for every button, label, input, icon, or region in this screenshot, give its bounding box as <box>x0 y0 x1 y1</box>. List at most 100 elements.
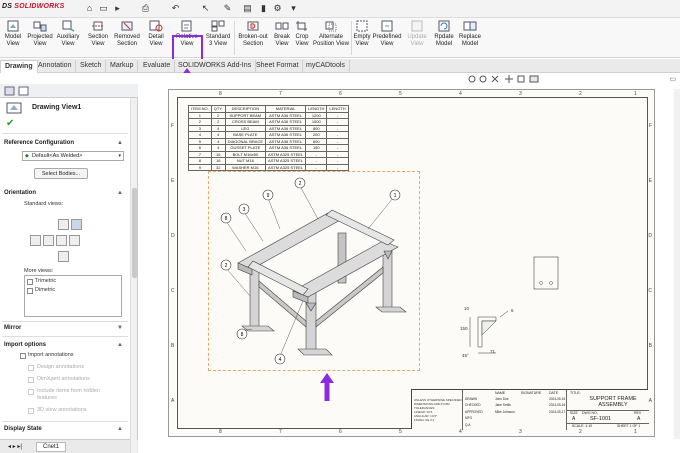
open-icon[interactable]: ▸ <box>112 3 123 14</box>
update-view-button[interactable]: Update View <box>406 18 428 58</box>
chevron-down-icon: ▾ <box>118 153 121 159</box>
dropdown-icon[interactable]: ▾ <box>288 3 299 14</box>
sheet-label: SHEET 1 OF 1 <box>617 424 641 428</box>
bill-of-materials-table[interactable]: ITEM NO. QTY. DESCRIPTION MATERIAL LENGTH LEN… <box>188 105 349 171</box>
predefined-view-button[interactable]: Predefined View <box>372 18 402 58</box>
purple-arrow-pointing-up <box>320 373 334 401</box>
view-bottom-button[interactable] <box>58 251 69 262</box>
auxiliary-view-button[interactable]: Auxiliary View <box>56 18 80 58</box>
bom-cell: GUSSET PLATE <box>224 144 267 152</box>
tab-mycadtools[interactable]: myCADtools <box>302 60 350 73</box>
drawing-view-icon <box>6 102 22 114</box>
view-right-button[interactable] <box>56 235 67 246</box>
design-annotations-checkbox[interactable] <box>28 365 34 371</box>
import-options-header[interactable]: Import options <box>4 342 46 348</box>
collapse-icon[interactable]: ▲ <box>117 342 123 348</box>
alternate-position-view-button[interactable]: Alternate Position View <box>312 18 350 58</box>
break-view-button[interactable]: Break View <box>272 18 292 58</box>
more-views-list[interactable]: Trimetric Dimetric <box>24 275 122 317</box>
replace-model-button[interactable]: Replace Model <box>458 18 482 58</box>
view-isometric-button[interactable] <box>71 219 82 230</box>
dimxpert-checkbox[interactable] <box>28 377 34 383</box>
crop-view-button[interactable]: Crop View <box>293 18 311 58</box>
command-manager-ribbon: Model View Projected View Auxiliary View… <box>0 18 680 74</box>
dimension-10[interactable]: 10 <box>464 306 469 311</box>
removed-section-button[interactable]: Removed Section <box>113 18 141 58</box>
design-annotations-label: Design annotations <box>37 364 85 370</box>
zone-label: F <box>648 123 652 129</box>
view-top-button[interactable] <box>58 219 69 230</box>
options-gear-icon[interactable]: ⚙ <box>272 3 283 14</box>
tab-annotation[interactable]: Annotation <box>34 60 77 73</box>
broken-out-section-button[interactable]: Broken-out Section <box>236 18 270 58</box>
collapse-icon[interactable]: ▲ <box>117 190 123 196</box>
feature-tree-icon[interactable] <box>18 86 29 96</box>
zone-label: F <box>171 123 175 129</box>
panel-scrollbar[interactable] <box>130 98 137 453</box>
heads-up-view-toolbar[interactable] <box>468 74 548 84</box>
dimension-150[interactable]: 150 <box>460 326 468 331</box>
bom-cell: - <box>326 163 349 171</box>
tab-markup[interactable]: Markup <box>106 60 139 73</box>
orientation-header[interactable]: Orientation <box>4 190 36 196</box>
include-hidden-checkbox[interactable] <box>28 389 34 395</box>
configuration-value: Default<As Welded> <box>32 153 83 159</box>
trimetric-checkbox[interactable] <box>27 279 33 285</box>
dimetric-label: Dimetric <box>35 287 56 293</box>
select-bodies-button[interactable]: Select Bodies... <box>34 168 88 179</box>
section-view-button[interactable]: Section View <box>86 18 110 58</box>
print-icon[interactable]: ⎙ <box>140 3 151 14</box>
bom-cell: ASTM A325 STEEL <box>265 150 307 158</box>
update-model-button[interactable]: Rpdate Model <box>432 18 456 58</box>
bom-row[interactable]: 9 32 WASHER M16 ASTM A325 STEEL - - <box>188 163 349 171</box>
configuration-select[interactable]: ◆ Default<As Welded> ▾ <box>22 151 124 161</box>
tab-sheet-format[interactable]: Sheet Format <box>252 60 304 73</box>
dimension-45-deg[interactable]: 45° <box>462 353 469 358</box>
dimension-6[interactable]: 6 <box>511 308 514 313</box>
approval-cell: APPROVED <box>465 409 483 414</box>
maximize-icon[interactable]: ▭ <box>669 75 676 83</box>
traffic-light-icon[interactable]: ▮ <box>258 3 269 14</box>
standard-3-view-button[interactable]: Standard 3 View <box>204 18 232 58</box>
title-block[interactable]: UNLESS OTHERWISE SPECIFIED: DIMENSIONS A… <box>411 389 649 430</box>
zone-label: A <box>171 398 175 404</box>
view-back-button[interactable] <box>69 235 80 246</box>
approval-cell: DRAWN <box>465 397 477 401</box>
projected-view-button[interactable]: Projected View <box>26 18 54 58</box>
tab-nav-icons[interactable]: ◂ ▸ ▸| <box>8 443 22 450</box>
property-manager-icon[interactable] <box>4 86 15 96</box>
ok-check-icon[interactable]: ✔ <box>6 118 14 129</box>
tab-sketch[interactable]: Sketch <box>76 60 107 73</box>
import-annotations-checkbox[interactable] <box>20 353 26 359</box>
home-icon[interactable]: ⌂ <box>84 3 95 14</box>
side-view[interactable] <box>533 256 563 292</box>
zone-label: D <box>648 233 652 239</box>
sheet-tab[interactable]: Cnet1 <box>36 442 66 452</box>
view-left-button[interactable] <box>30 235 41 246</box>
tab-drawing[interactable]: Drawing <box>0 60 38 73</box>
empty-view-button[interactable]: Empty View <box>352 18 372 58</box>
isometric-frame-view[interactable]: 2 1 9 3 8 2 8 4 <box>208 171 420 371</box>
display-state-header[interactable]: Display State <box>4 426 42 432</box>
collapse-icon[interactable]: ▲ <box>117 140 123 146</box>
expand-icon[interactable]: ▼ <box>117 325 123 331</box>
mirror-header[interactable]: Mirror <box>4 325 21 331</box>
3d-view-annotations-checkbox[interactable] <box>28 408 34 414</box>
reference-configuration-header[interactable]: Reference Configuration <box>4 140 74 146</box>
detail-view-button[interactable]: Detail View <box>145 18 167 58</box>
tab-evaluate[interactable]: Evaluate <box>139 60 176 73</box>
balloon-label: 2 <box>299 181 302 187</box>
undo-icon[interactable]: ↶ <box>170 3 181 14</box>
approval-cell: 2024-05-15 <box>549 397 566 401</box>
zone-label: 6 <box>339 429 342 435</box>
file-properties-icon[interactable]: ▤ <box>242 3 253 14</box>
canvas-scrollbar[interactable] <box>674 89 680 439</box>
rebuild-icon[interactable]: ✎ <box>222 3 233 14</box>
model-view-button[interactable]: Model View <box>2 18 24 58</box>
select-icon[interactable]: ↖ <box>200 3 211 14</box>
view-front-button[interactable] <box>43 235 54 246</box>
dimension-71[interactable]: 71 <box>490 349 495 354</box>
new-file-icon[interactable]: ▭ <box>98 3 109 14</box>
dimetric-checkbox[interactable] <box>27 288 33 294</box>
collapse-icon[interactable]: ▲ <box>117 426 123 432</box>
